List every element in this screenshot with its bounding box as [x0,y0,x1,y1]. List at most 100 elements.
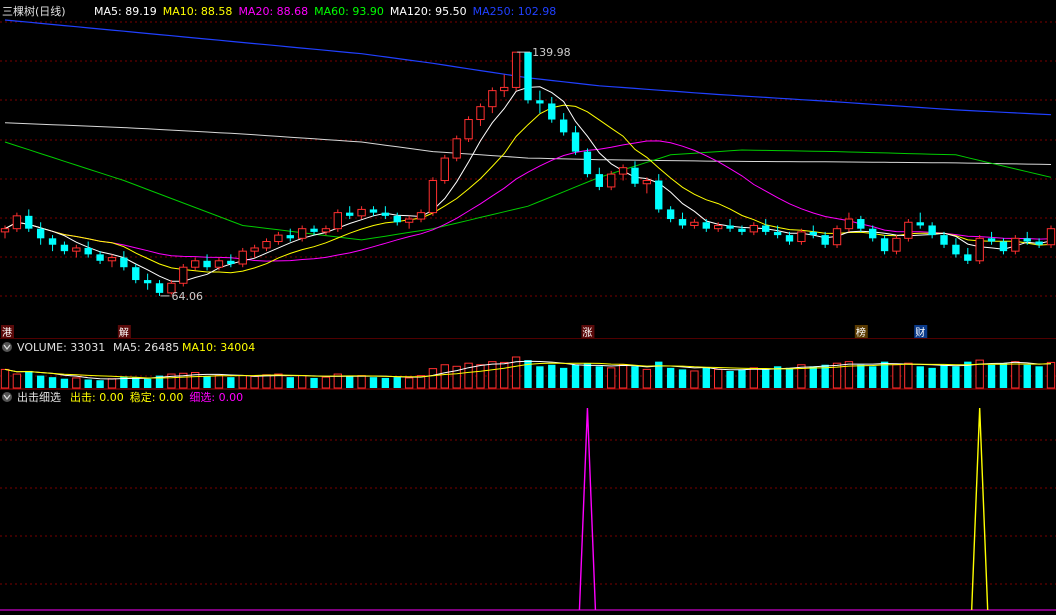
volume-bar [583,363,592,388]
candle [1035,238,1043,248]
volume-bar [203,376,211,388]
candle-body [773,231,782,236]
volume-bar [940,364,948,388]
candle-body [631,167,639,184]
volume-bar [642,368,652,389]
event-tag-label: 涨 [582,327,592,339]
candle-body [310,228,318,232]
candle-body [250,247,259,252]
candle [107,254,117,268]
volume-bar [987,364,996,388]
candle-body [0,228,10,233]
event-tag[interactable]: 港 [1,325,14,339]
volume-bar [72,377,81,389]
indicator-collapse-icon[interactable] [2,392,12,402]
volume-bar [440,364,449,389]
volume-bar [143,378,152,388]
event-tag[interactable]: 解 [117,325,131,339]
candle [357,206,366,220]
candle [488,87,497,114]
candle-body [357,208,366,217]
event-tag[interactable]: 财 [914,325,928,339]
candle-body [179,266,188,284]
candle [60,241,69,255]
candle-body [321,228,331,233]
volume-bar [250,375,259,389]
candle [440,154,449,184]
candle [369,206,378,216]
candle-body [904,221,913,239]
volume-bar [60,378,69,388]
price-panel[interactable]: 139.98 64.06 [0,19,1056,303]
candle-body [999,241,1008,252]
candle-body [428,180,438,214]
candle-body [678,219,687,226]
volume-bar [357,375,366,389]
candle [844,212,854,232]
candle [832,225,842,248]
event-tag-label: 解 [119,326,129,339]
candle [964,247,972,264]
candle-body [762,225,770,232]
candle-body [1046,228,1056,246]
volume-bar [595,366,604,388]
volume-bar [404,377,414,389]
volume-panel[interactable]: VOLUME: 33031 MA5: 26485 MA10: 34004 [0,339,1056,389]
candle [690,219,699,229]
candle-body [524,52,532,101]
volume-bar [702,367,710,388]
event-tag[interactable]: 涨 [581,325,595,339]
candle [511,51,521,91]
candle [500,74,509,98]
volume-collapse-icon[interactable] [2,342,12,352]
stock-title[interactable]: 三棵树(日线) [2,4,66,18]
volume-bar [690,370,699,389]
event-tags[interactable]: 港解涨榜财 [1,325,928,339]
event-tag[interactable]: 榜 [854,325,868,339]
volume-bar [286,377,294,388]
candle [96,251,104,264]
candle [785,231,794,245]
signal-spike [578,407,597,611]
candle-body [262,241,271,249]
candle [987,231,996,245]
candle [607,170,616,191]
volume-bar [536,366,544,388]
volume-bar [916,366,924,388]
main-legend: 三棵树(日线) MA5: 89.19 MA10: 88.58 MA20: 88.68… [2,4,556,18]
candle-body [346,212,354,216]
candle [155,280,164,296]
candle [536,90,544,114]
volume-bar [928,367,936,388]
volume-bar [227,377,235,388]
volume-bar [297,375,307,389]
candle [595,167,604,191]
volume-bar [262,374,271,389]
ma5-line [4,86,1052,282]
candle [321,225,331,236]
candle-body [214,260,224,268]
indicator-panel[interactable]: 出击细选 出击: 0.00 稳定: 0.00 细选: 0.00 [2,390,989,611]
candle-body [548,103,556,120]
volume-bar [48,377,57,388]
volume-bar [773,366,782,388]
candle-body [607,173,616,188]
volume-bar [678,369,687,388]
candle-body [655,180,663,210]
candle [809,225,817,239]
candle [84,241,92,258]
indicator-field: 细选: 0.00 [189,391,243,404]
volume-bar [0,368,10,389]
ma120-line [4,122,1052,165]
volume-bar [107,378,117,389]
candle-body [440,157,449,182]
candle-body [916,222,924,226]
event-tag-label: 财 [915,326,925,339]
candle-body [595,174,604,187]
candle-body [571,132,580,152]
volume-bar [381,377,390,388]
candle-body [869,228,877,239]
candle [36,222,45,245]
volume-bar [500,361,509,389]
candle [464,116,473,142]
